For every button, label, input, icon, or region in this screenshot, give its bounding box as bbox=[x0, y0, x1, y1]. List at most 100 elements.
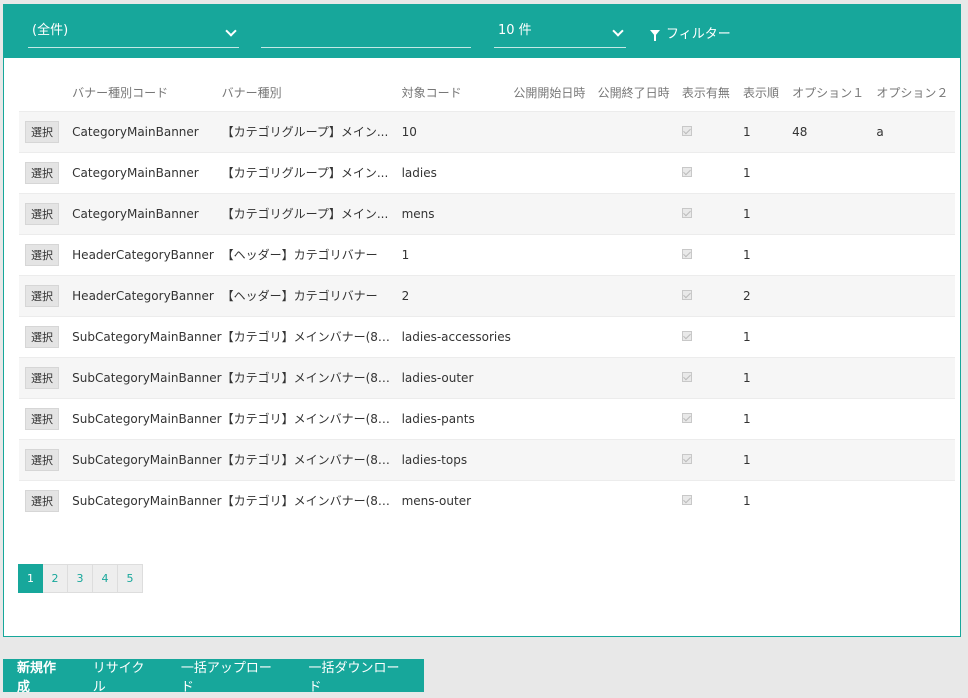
select-button[interactable]: 選択 bbox=[25, 407, 59, 430]
table-row[interactable]: 選択 HeaderCategoryBanner 【ヘッダー】カテゴリバナー 1 1 bbox=[19, 233, 955, 275]
publish-end-cell bbox=[597, 356, 682, 398]
bulk-download-button[interactable]: 一括ダウンロード bbox=[296, 657, 424, 695]
target-code-cell: ladies-tops bbox=[401, 438, 514, 480]
filter-button[interactable]: フィルター bbox=[650, 23, 731, 42]
banner-type-code-cell: SubCategoryMainBanner bbox=[72, 356, 222, 398]
display-flag-cell bbox=[681, 479, 743, 521]
header-display-flag[interactable]: 表示有無 bbox=[682, 75, 743, 111]
header-display-order[interactable]: 表示順 bbox=[743, 75, 792, 111]
display-flag-cell bbox=[681, 356, 743, 398]
chevron-down-icon bbox=[612, 25, 624, 37]
display-order-cell: 1 bbox=[743, 110, 793, 152]
display-checkbox bbox=[681, 330, 692, 341]
publish-end-cell bbox=[597, 110, 682, 152]
action-bar: 新規作成 リサイクル 一括アップロード 一括ダウンロード bbox=[3, 657, 424, 695]
option1-cell bbox=[792, 192, 877, 234]
table-header-row: バナー種別コード バナー種別 対象コード 公開開始日時 公開終了日時 表示有無 … bbox=[19, 75, 955, 111]
display-checkbox bbox=[681, 207, 692, 218]
select-button[interactable]: 選択 bbox=[25, 284, 59, 307]
chevron-down-icon bbox=[225, 25, 237, 37]
page-1-button[interactable]: 1 bbox=[18, 564, 43, 593]
group-select[interactable]: (全件) bbox=[28, 18, 239, 48]
display-flag-cell bbox=[681, 397, 743, 439]
header-target-code[interactable]: 対象コード bbox=[402, 75, 514, 111]
header-option2[interactable]: オプション２ bbox=[876, 75, 955, 111]
select-button[interactable]: 選択 bbox=[25, 202, 59, 225]
display-checkbox bbox=[681, 289, 692, 300]
header-publish-start[interactable]: 公開開始日時 bbox=[513, 75, 597, 111]
publish-end-cell bbox=[597, 438, 682, 480]
display-checkbox bbox=[681, 412, 692, 423]
table-row[interactable]: 選択 SubCategoryMainBanner 【カテゴリ】メインバナー(84..… bbox=[19, 315, 955, 357]
publish-start-cell bbox=[513, 233, 598, 275]
bulk-upload-button[interactable]: 一括アップロード bbox=[169, 657, 297, 695]
page-2-button[interactable]: 2 bbox=[43, 564, 68, 593]
option2-cell bbox=[876, 233, 955, 275]
option1-cell bbox=[792, 479, 877, 521]
option2-cell bbox=[876, 315, 955, 357]
pagination: 1 2 3 4 5 bbox=[18, 564, 143, 593]
display-checkbox bbox=[681, 371, 692, 382]
display-order-cell: 1 bbox=[743, 192, 793, 234]
group-select-value: (全件) bbox=[32, 23, 69, 38]
display-checkbox bbox=[681, 125, 692, 136]
select-button[interactable]: 選択 bbox=[25, 448, 59, 471]
filter-text-input[interactable] bbox=[261, 18, 471, 48]
option1-cell bbox=[792, 438, 877, 480]
banner-type-code-cell: CategoryMainBanner bbox=[72, 151, 222, 193]
select-button[interactable]: 選択 bbox=[25, 489, 59, 512]
page-4-button[interactable]: 4 bbox=[93, 564, 118, 593]
select-button-cell: 選択 bbox=[19, 274, 73, 316]
table-row[interactable]: 選択 HeaderCategoryBanner 【ヘッダー】カテゴリバナー 2 2 bbox=[19, 274, 955, 316]
select-button[interactable]: 選択 bbox=[25, 161, 59, 184]
option2-cell bbox=[876, 397, 955, 439]
table-row[interactable]: 選択 CategoryMainBanner 【カテゴリグループ】メイン... 10 1 4… bbox=[19, 110, 955, 152]
header-option1[interactable]: オプション１ bbox=[792, 75, 876, 111]
display-order-cell: 1 bbox=[743, 438, 793, 480]
table-row[interactable]: 選択 CategoryMainBanner 【カテゴリグループ】メイン... ladi… bbox=[19, 151, 955, 193]
filter-icon bbox=[650, 29, 660, 41]
table-row[interactable]: 選択 CategoryMainBanner 【カテゴリグループ】メイン... mens… bbox=[19, 192, 955, 234]
banner-type-code-cell: SubCategoryMainBanner bbox=[72, 438, 222, 480]
display-checkbox bbox=[681, 166, 692, 177]
publish-start-cell bbox=[513, 397, 598, 439]
select-button-cell: 選択 bbox=[19, 151, 73, 193]
banner-type-cell: 【カテゴリ】メインバナー(84... bbox=[221, 438, 402, 480]
select-button-cell: 選択 bbox=[19, 356, 73, 398]
select-button[interactable]: 選択 bbox=[25, 325, 59, 348]
publish-end-cell bbox=[597, 233, 682, 275]
recycle-button[interactable]: リサイクル bbox=[81, 657, 169, 695]
header-banner-type[interactable]: バナー種別 bbox=[222, 75, 402, 111]
table-row[interactable]: 選択 SubCategoryMainBanner 【カテゴリ】メインバナー(84..… bbox=[19, 479, 955, 521]
display-order-cell: 1 bbox=[743, 356, 793, 398]
header-publish-end[interactable]: 公開終了日時 bbox=[598, 75, 682, 111]
page-5-button[interactable]: 5 bbox=[118, 564, 143, 593]
target-code-cell: mens-outer bbox=[401, 479, 514, 521]
count-select[interactable]: 10 件 bbox=[494, 18, 626, 48]
select-button-cell: 選択 bbox=[19, 315, 73, 357]
new-button[interactable]: 新規作成 bbox=[3, 657, 81, 695]
select-button[interactable]: 選択 bbox=[25, 243, 59, 266]
select-button[interactable]: 選択 bbox=[25, 366, 59, 389]
publish-end-cell bbox=[597, 315, 682, 357]
banner-list-panel: (全件) 10 件 フィルター バナー種別コード バナー種別 対象コード 公開開… bbox=[3, 4, 961, 637]
select-button[interactable]: 選択 bbox=[25, 120, 59, 143]
banner-type-cell: 【カテゴリ】メインバナー(84... bbox=[221, 397, 402, 439]
option1-cell bbox=[792, 151, 877, 193]
header-banner-type-code[interactable]: バナー種別コード bbox=[72, 75, 221, 111]
publish-end-cell bbox=[597, 192, 682, 234]
table-row[interactable]: 選択 SubCategoryMainBanner 【カテゴリ】メインバナー(84..… bbox=[19, 438, 955, 480]
publish-start-cell bbox=[513, 110, 598, 152]
table-row[interactable]: 選択 SubCategoryMainBanner 【カテゴリ】メインバナー(84..… bbox=[19, 356, 955, 398]
display-flag-cell bbox=[681, 233, 743, 275]
page-3-button[interactable]: 3 bbox=[68, 564, 93, 593]
option1-cell bbox=[792, 233, 877, 275]
filter-button-label: フィルター bbox=[666, 27, 731, 42]
table-row[interactable]: 選択 SubCategoryMainBanner 【カテゴリ】メインバナー(84..… bbox=[19, 397, 955, 439]
display-order-cell: 1 bbox=[743, 315, 793, 357]
display-flag-cell bbox=[681, 315, 743, 357]
publish-start-cell bbox=[513, 438, 598, 480]
target-code-cell: mens bbox=[401, 192, 514, 234]
target-code-cell: 1 bbox=[401, 233, 514, 275]
select-button-cell: 選択 bbox=[19, 438, 73, 480]
